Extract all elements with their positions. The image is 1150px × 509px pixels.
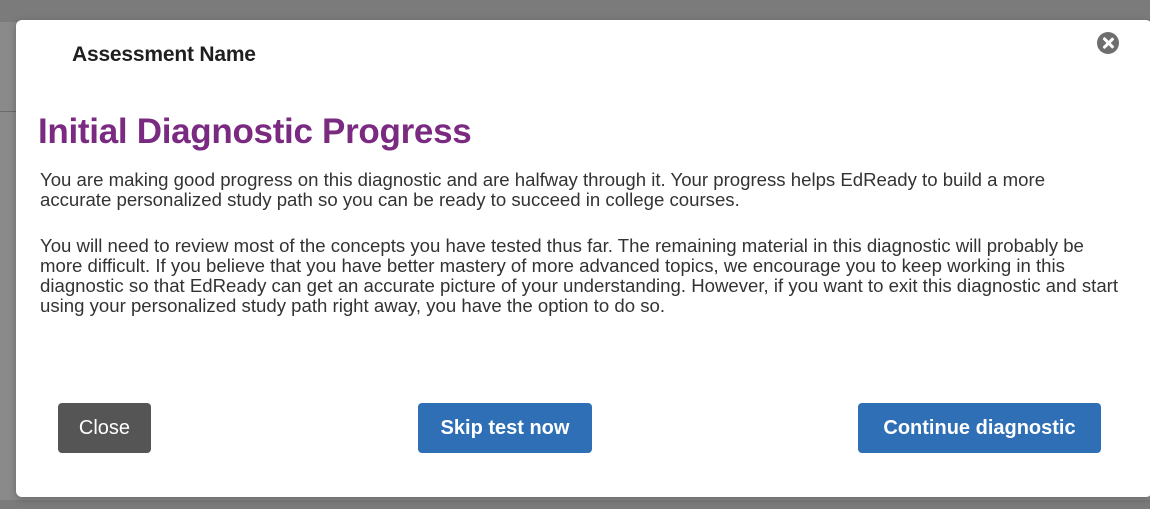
continue-diagnostic-button[interactable]: Continue diagnostic [858,403,1101,453]
modal-header-title: Assessment Name [72,43,256,66]
close-circle-icon[interactable] [1097,32,1119,54]
skip-test-button[interactable]: Skip test now [418,403,592,453]
review-paragraph: You will need to review most of the conc… [40,235,1119,316]
modal-heading: Initial Diagnostic Progress [38,112,472,151]
progress-paragraph: You are making good progress on this dia… [40,169,1046,210]
diagnostic-progress-modal: Assessment Name Initial Diagnostic Progr… [16,20,1150,497]
close-button[interactable]: Close [58,403,151,453]
